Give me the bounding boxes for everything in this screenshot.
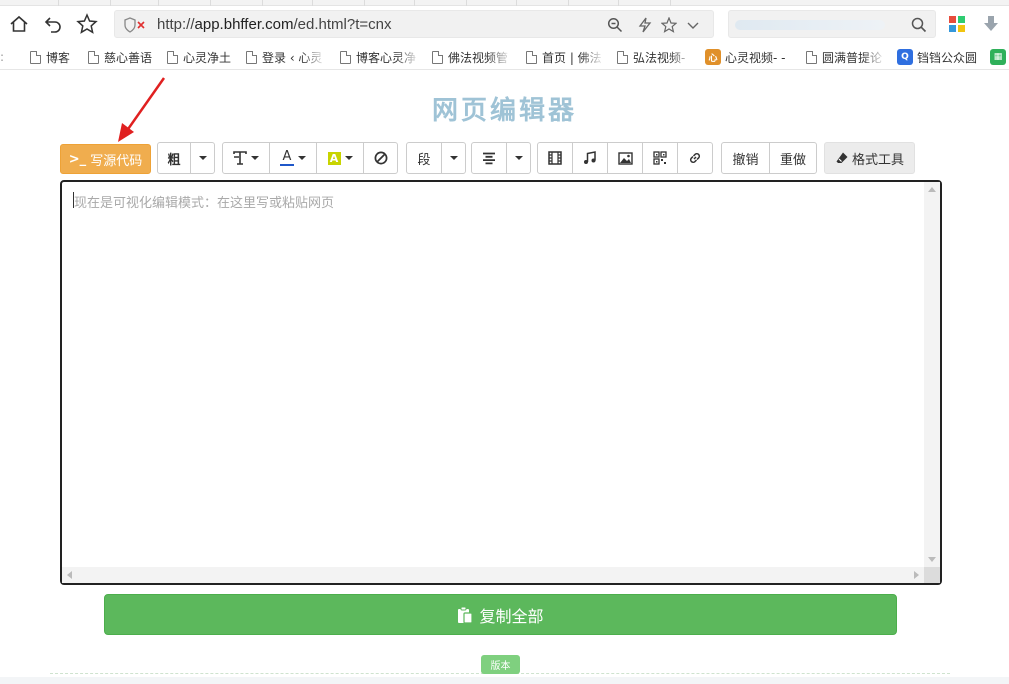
doc-icon — [30, 50, 41, 64]
caret-down-icon — [449, 156, 458, 160]
doc-icon — [526, 50, 537, 64]
chevron-down-icon[interactable] — [685, 17, 701, 33]
bookmarks-bar: : 博客 慈心善语 心灵净土 登录 ‹ 心灵 博客心灵净 佛法视频管 首页 | … — [0, 44, 1009, 70]
bookmark-item[interactable]: 慈心善语 — [88, 49, 158, 65]
caret-down-icon — [251, 156, 259, 160]
source-code-button[interactable]: >_ 写源代码 — [60, 144, 151, 174]
scroll-up-icon[interactable] — [928, 187, 936, 192]
copy-all-button[interactable]: 复制全部 — [104, 594, 897, 635]
scrollbar-corner — [924, 567, 940, 583]
vertical-scrollbar[interactable] — [924, 182, 940, 567]
qrcode-icon — [653, 151, 667, 165]
bookmark-item[interactable]: 登录 ‹ 心灵 — [246, 49, 326, 65]
download-icon[interactable] — [978, 12, 1004, 36]
security-warning-icon[interactable] — [123, 17, 149, 33]
clipboard-icon — [458, 606, 474, 624]
doc-icon — [340, 50, 351, 64]
redo-button[interactable]: 重做 — [769, 142, 817, 174]
paragraph-button[interactable]: 段 — [406, 142, 442, 174]
apps-grid-icon[interactable] — [944, 12, 970, 36]
caret-down-icon — [298, 156, 306, 160]
terminal-icon: >_ — [68, 151, 87, 167]
font-color-button[interactable]: A — [269, 142, 317, 174]
scroll-left-icon[interactable] — [67, 571, 72, 579]
bookmark-overflow[interactable]: : — [0, 49, 12, 65]
q-icon: Q — [897, 49, 913, 65]
bookmark-star-icon[interactable] — [660, 16, 678, 33]
editor-area[interactable]: 现在是可视化编辑模式：在这里写或粘贴网页 — [60, 180, 942, 585]
bookmark-item[interactable]: 首页 | 佛法 — [526, 49, 604, 65]
text-size-icon — [233, 151, 247, 165]
sheet-icon: ▦ — [990, 49, 1006, 65]
align-dropdown-button[interactable] — [506, 142, 531, 174]
highlight-color-button[interactable]: A — [316, 142, 364, 174]
favorite-star-icon[interactable] — [74, 12, 100, 36]
doc-icon — [246, 50, 257, 64]
search-box[interactable] — [728, 10, 936, 38]
back-icon[interactable] — [40, 12, 66, 36]
clear-format-icon — [374, 151, 387, 165]
doc-icon — [617, 50, 628, 64]
undo-button[interactable]: 撤销 — [721, 142, 770, 174]
caret-down-icon — [344, 156, 353, 160]
font-color-icon: A — [280, 150, 294, 166]
annotation-arrow — [118, 77, 166, 142]
highlight-color-icon: A — [327, 151, 341, 165]
bookmark-item[interactable]: ▦ — [990, 49, 1009, 65]
doc-icon — [88, 50, 99, 64]
eraser-icon — [836, 152, 848, 163]
home-icon[interactable] — [6, 12, 32, 36]
paragraph-dropdown-button[interactable] — [441, 142, 466, 174]
caret-down-icon — [514, 156, 523, 160]
bookmark-item[interactable]: 博客心灵净 — [340, 49, 420, 65]
doc-icon — [806, 50, 817, 64]
insert-image-button[interactable] — [607, 142, 643, 174]
bookmark-item[interactable]: Q 铛铛公众圆 — [897, 49, 981, 65]
horizontal-scrollbar[interactable] — [62, 567, 924, 583]
navigation-bar: http://app.bhffer.com/ed.html?t=cnx — [0, 6, 1009, 42]
bookmark-item[interactable]: 博客 — [30, 49, 80, 65]
page-search-icon[interactable] — [607, 17, 623, 33]
link-icon — [689, 152, 701, 164]
film-icon — [548, 151, 562, 165]
scroll-right-icon[interactable] — [914, 571, 919, 579]
bottom-strip — [0, 677, 1009, 684]
insert-video-button[interactable] — [537, 142, 573, 174]
bookmark-item[interactable]: 弘法视频- — [617, 49, 693, 65]
version-badge[interactable]: 版本 — [481, 655, 520, 674]
address-bar[interactable]: http://app.bhffer.com/ed.html?t=cnx — [114, 10, 714, 38]
align-center-icon — [483, 152, 495, 164]
clear-format-button[interactable] — [363, 142, 398, 174]
bookmark-item[interactable]: 圆满普提论 — [806, 49, 886, 65]
bold-button[interactable]: 粗 — [157, 142, 191, 174]
font-size-button[interactable] — [222, 142, 270, 174]
caret-down-icon — [198, 156, 207, 160]
lightning-icon[interactable] — [637, 17, 653, 33]
align-button[interactable] — [471, 142, 507, 174]
image-icon — [617, 151, 633, 165]
bold-dropdown-button[interactable] — [190, 142, 215, 174]
scroll-down-icon[interactable] — [928, 557, 936, 562]
bookmark-item[interactable]: 心心灵视频- - — [705, 49, 791, 65]
editor-placeholder: 现在是可视化编辑模式：在这里写或粘贴网页 — [74, 196, 335, 211]
music-note-icon — [584, 151, 596, 164]
insert-qrcode-button[interactable] — [642, 142, 678, 174]
doc-icon — [432, 50, 443, 64]
site-icon: 心 — [705, 49, 721, 65]
search-suggestion-blur — [735, 20, 885, 30]
url-text: http://app.bhffer.com/ed.html?t=cnx — [157, 16, 392, 33]
doc-icon — [167, 50, 178, 64]
search-icon[interactable] — [911, 17, 927, 37]
bookmark-item[interactable]: 心灵净土 — [167, 49, 237, 65]
format-tool-button[interactable]: 格式工具 — [824, 142, 915, 174]
insert-audio-button[interactable] — [572, 142, 608, 174]
insert-link-button[interactable] — [677, 142, 713, 174]
bookmark-item[interactable]: 佛法视频管 — [432, 49, 512, 65]
